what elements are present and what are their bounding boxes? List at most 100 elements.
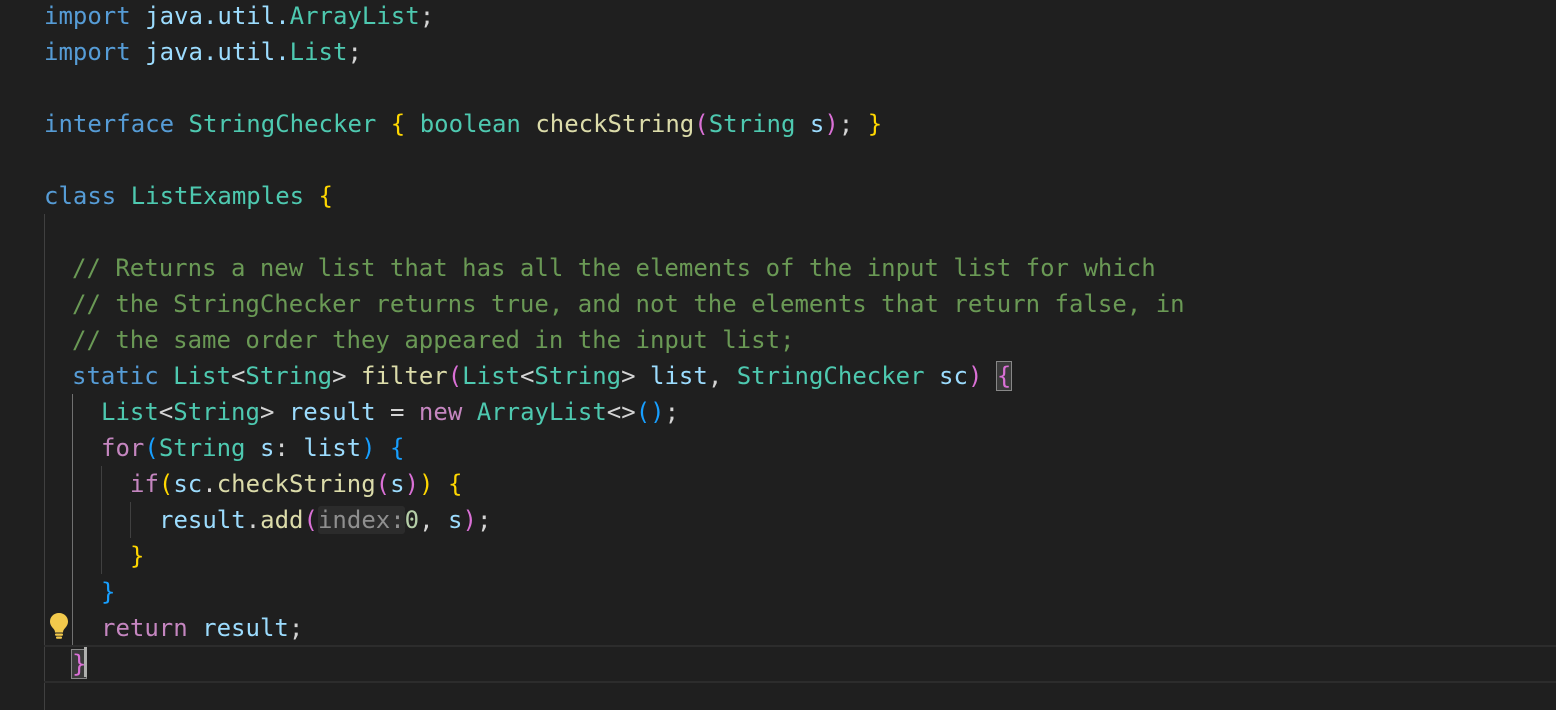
diamond-op: <> — [606, 398, 636, 426]
import-class: ArrayList — [289, 2, 420, 30]
close-brace-if: } — [130, 542, 145, 570]
open-brace: { — [318, 182, 333, 210]
generic-close: > — [332, 362, 347, 390]
close-paren: ) — [419, 470, 434, 498]
open-paren: ( — [694, 110, 709, 138]
object-ref: result — [159, 506, 246, 534]
generic-type: String — [173, 398, 260, 426]
lightbulb-icon[interactable] — [49, 612, 69, 640]
code-line-8[interactable]: // Returns a new list that has all the e… — [72, 250, 1156, 286]
return-value: result — [202, 614, 289, 642]
close-paren: ) — [462, 506, 477, 534]
code-line-14[interactable]: if(sc.checkString(s)) { — [130, 466, 462, 502]
class-keyword: class — [44, 182, 117, 210]
indent-guide-for — [101, 466, 102, 574]
matched-open-brace: { — [995, 361, 1013, 391]
generic-type: String — [534, 362, 622, 390]
param-name: sc — [939, 362, 968, 390]
comment-text: // the same order they appeared in the i… — [72, 326, 795, 354]
import-keyword: import — [44, 2, 131, 30]
semicolon: ; — [838, 110, 854, 138]
package-path: java.util. — [145, 2, 290, 30]
import-class: List — [289, 38, 348, 66]
code-line-16[interactable]: } — [130, 538, 144, 574]
code-line-15[interactable]: result.add(index:0, s); — [159, 502, 491, 538]
argument: s — [390, 470, 405, 498]
code-line-17[interactable]: } — [101, 574, 115, 610]
param-type: String — [708, 110, 796, 138]
iterable: list — [303, 434, 362, 462]
code-line-18[interactable]: return result; — [101, 610, 303, 646]
param-type: List — [462, 362, 520, 390]
class-name: ListExamples — [130, 182, 305, 210]
code-line-9[interactable]: // the StringChecker returns true, and n… — [72, 286, 1185, 322]
param-name: list — [650, 362, 708, 390]
open-paren: ( — [303, 506, 318, 534]
generic-type: String — [245, 362, 333, 390]
parens: () — [635, 398, 665, 426]
method-name: filter — [361, 362, 448, 390]
colon: : — [274, 434, 289, 462]
close-paren: ) — [824, 110, 839, 138]
generic-close: > — [259, 398, 275, 426]
code-line-4[interactable]: interface StringChecker { boolean checkS… — [44, 106, 882, 142]
code-line-13[interactable]: for(String s: list) { — [101, 430, 404, 466]
close-brace: } — [867, 110, 883, 138]
number-literal: 0 — [404, 506, 420, 534]
code-line-10[interactable]: // the same order they appeared in the i… — [72, 322, 794, 358]
dot: . — [245, 506, 261, 534]
param-type: StringChecker — [736, 362, 925, 390]
comment-text: // the StringChecker returns true, and n… — [72, 290, 1185, 318]
package-path: java.util. — [145, 38, 290, 66]
code-line-6[interactable]: class ListExamples { — [44, 178, 333, 214]
comment-text: // Returns a new list that has all the e… — [72, 254, 1156, 282]
close-paren: ) — [361, 434, 376, 462]
inlay-param-hint: index: — [317, 506, 405, 534]
param-name: s — [809, 110, 825, 138]
interface-name: StringChecker — [188, 110, 377, 138]
for-keyword: for — [101, 434, 145, 462]
var-name: result — [288, 398, 376, 426]
close-brace-for: } — [101, 578, 116, 606]
semicolon: ; — [664, 398, 680, 426]
if-keyword: if — [130, 470, 159, 498]
new-keyword: new — [418, 398, 463, 426]
indent-guide-class — [44, 214, 45, 710]
return-type: List — [173, 362, 231, 390]
comma: , — [707, 362, 723, 390]
semicolon: ; — [476, 506, 492, 534]
code-line-1[interactable]: import java.util.ArrayList; — [44, 0, 434, 34]
open-paren: ( — [158, 470, 174, 498]
code-line-2[interactable]: import java.util.List; — [44, 34, 362, 70]
loop-var: s — [259, 434, 275, 462]
close-paren: ) — [967, 362, 983, 390]
generic-open: < — [230, 362, 246, 390]
semicolon: ; — [288, 614, 304, 642]
current-line-highlight — [44, 645, 1556, 683]
open-brace: { — [447, 470, 463, 498]
open-paren: ( — [447, 362, 463, 390]
dot: . — [202, 470, 217, 498]
code-editor[interactable]: import java.util.ArrayList; import java.… — [0, 0, 1556, 710]
text-cursor — [84, 647, 87, 677]
open-brace: { — [390, 110, 406, 138]
open-brace: { — [390, 434, 405, 462]
semicolon: ; — [419, 2, 435, 30]
constructor-name: ArrayList — [476, 398, 607, 426]
generic-close: > — [621, 362, 636, 390]
code-line-11[interactable]: static List<String> filter(List<String> … — [72, 358, 1013, 394]
close-paren-inner: ) — [404, 470, 420, 498]
loop-var-type: String — [158, 434, 246, 462]
generic-open: < — [158, 398, 174, 426]
method-name: checkString — [535, 110, 695, 138]
import-keyword: import — [44, 38, 131, 66]
generic-open: < — [519, 362, 535, 390]
open-paren: ( — [144, 434, 159, 462]
static-keyword: static — [72, 362, 159, 390]
argument: s — [448, 506, 463, 534]
code-line-12[interactable]: List<String> result = new ArrayList<>(); — [101, 394, 679, 430]
indent-guide-method — [72, 394, 73, 646]
return-keyword: return — [101, 614, 188, 642]
semicolon: ; — [347, 38, 362, 66]
method-call: add — [260, 506, 304, 534]
